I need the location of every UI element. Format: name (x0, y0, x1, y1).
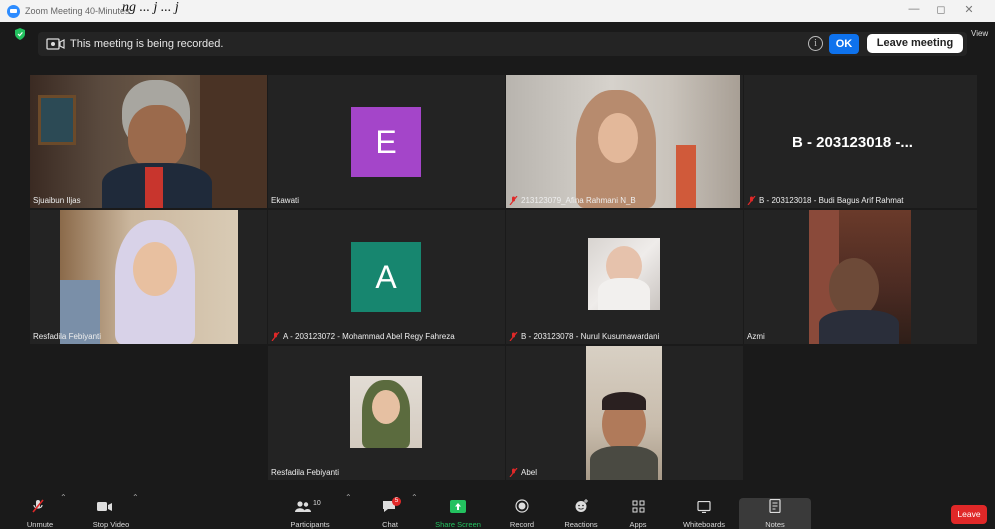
overlay-caption: ng ... j ... j (122, 0, 179, 15)
video-tile[interactable]: Resfadila Febiyanti (268, 346, 505, 480)
recording-banner: This meeting is being recorded. i OK Lea… (0, 22, 995, 66)
participant-video (506, 75, 740, 208)
mic-muted-icon (509, 468, 518, 477)
window-title: Zoom Meeting 40-Minutes (25, 6, 130, 16)
whiteboard-icon (697, 501, 711, 513)
video-tile[interactable]: A A - 203123072 - Mohammad Abel Regy Fah… (268, 210, 505, 344)
participant-video (586, 346, 662, 480)
participant-name: Azmi (747, 332, 765, 341)
video-tile[interactable]: Abel (506, 346, 743, 480)
mic-muted-icon (509, 196, 518, 205)
participant-video (30, 75, 267, 208)
video-tile[interactable]: E Ekawati (268, 75, 505, 208)
chevron-up-icon[interactable]: ⌃ (60, 493, 67, 502)
close-icon[interactable]: ✕ (960, 3, 978, 16)
participant-name: 213123079_Afina Rahmani N_B (509, 196, 636, 205)
participant-count: 10 (313, 500, 321, 507)
notes-icon (769, 499, 781, 513)
apps-icon (632, 500, 645, 513)
video-tile[interactable]: B - 203123018 -... B - 203123018 - Budi … (744, 75, 977, 208)
participant-name: B - 203123018 - Budi Bagus Arif Rahmat (747, 196, 904, 205)
record-label: Record (509, 520, 535, 529)
participant-video (60, 210, 238, 344)
recording-icon (46, 38, 65, 50)
chat-label: Chat (382, 520, 398, 529)
chevron-up-icon[interactable]: ⌃ (411, 493, 418, 502)
participant-name: Resfadila Febiyanti (33, 332, 102, 341)
mic-muted-icon (509, 332, 518, 341)
zoom-logo-icon (7, 4, 20, 18)
leave-meeting-button[interactable]: Leave meeting (866, 33, 964, 54)
participants-label: Participants (290, 520, 330, 529)
leave-button[interactable]: Leave (951, 505, 987, 524)
zoom-window: Zoom Meeting 40-Minutes — ◻ ✕ ng ... j .… (0, 0, 995, 529)
minimize-icon[interactable]: — (905, 3, 923, 15)
video-tile[interactable]: 213123079_Afina Rahmani N_B (506, 75, 743, 208)
ok-button[interactable]: OK (829, 34, 859, 54)
participant-video (809, 210, 911, 344)
participant-video (350, 376, 422, 448)
participant-video (588, 238, 660, 310)
stop-video-label: Stop Video (92, 520, 130, 529)
video-tile[interactable]: Resfadila Febiyanti (30, 210, 267, 344)
reactions-icon (575, 499, 588, 512)
participants-icon (295, 501, 311, 512)
participant-name: Resfadila Febiyanti (271, 468, 340, 477)
video-camera-icon (97, 502, 112, 511)
video-tile[interactable]: Sjuaibun Iljas (30, 75, 267, 208)
shield-icon[interactable] (15, 28, 25, 40)
chevron-up-icon[interactable]: ⌃ (132, 493, 139, 502)
info-icon[interactable]: i (808, 36, 823, 51)
whiteboards-label: Whiteboards (682, 520, 726, 529)
notes-label: Notes (765, 520, 785, 529)
video-tile[interactable]: Azmi (744, 210, 977, 344)
recording-notice: This meeting is being recorded. i OK Lea… (38, 32, 967, 56)
maximize-icon[interactable]: ◻ (932, 3, 950, 16)
unmute-label: Unmute (26, 520, 54, 529)
avatar: E (351, 107, 421, 177)
mic-muted-icon (747, 196, 756, 205)
mic-muted-icon (271, 332, 280, 341)
share-screen-icon (450, 500, 466, 513)
mic-off-icon (32, 499, 44, 513)
participant-name: B - 203123078 - Nurul Kusumawardani (509, 332, 659, 341)
recording-text: This meeting is being recorded. (70, 38, 224, 50)
view-button[interactable]: View (971, 29, 988, 38)
share-screen-label: Share Screen (435, 520, 481, 529)
participant-name: Sjuaibun Iljas (33, 196, 81, 205)
apps-label: Apps (629, 520, 647, 529)
participant-name: Ekawati (271, 196, 300, 205)
participant-display-name: B - 203123018 -... (792, 134, 913, 151)
avatar: A (351, 242, 421, 312)
video-tile[interactable]: B - 203123078 - Nurul Kusumawardani (506, 210, 743, 344)
record-icon (515, 499, 529, 513)
meeting-toolbar: Unmute ⌃ Stop Video ⌃ 10 Participants ⌃ (0, 489, 995, 529)
chevron-up-icon[interactable]: ⌃ (345, 493, 352, 502)
participant-name: A - 203123072 - Mohammad Abel Regy Fahre… (271, 332, 455, 341)
chat-badge: 5 (392, 497, 401, 506)
participant-name: Abel (509, 468, 537, 477)
reactions-label: Reactions (564, 520, 598, 529)
